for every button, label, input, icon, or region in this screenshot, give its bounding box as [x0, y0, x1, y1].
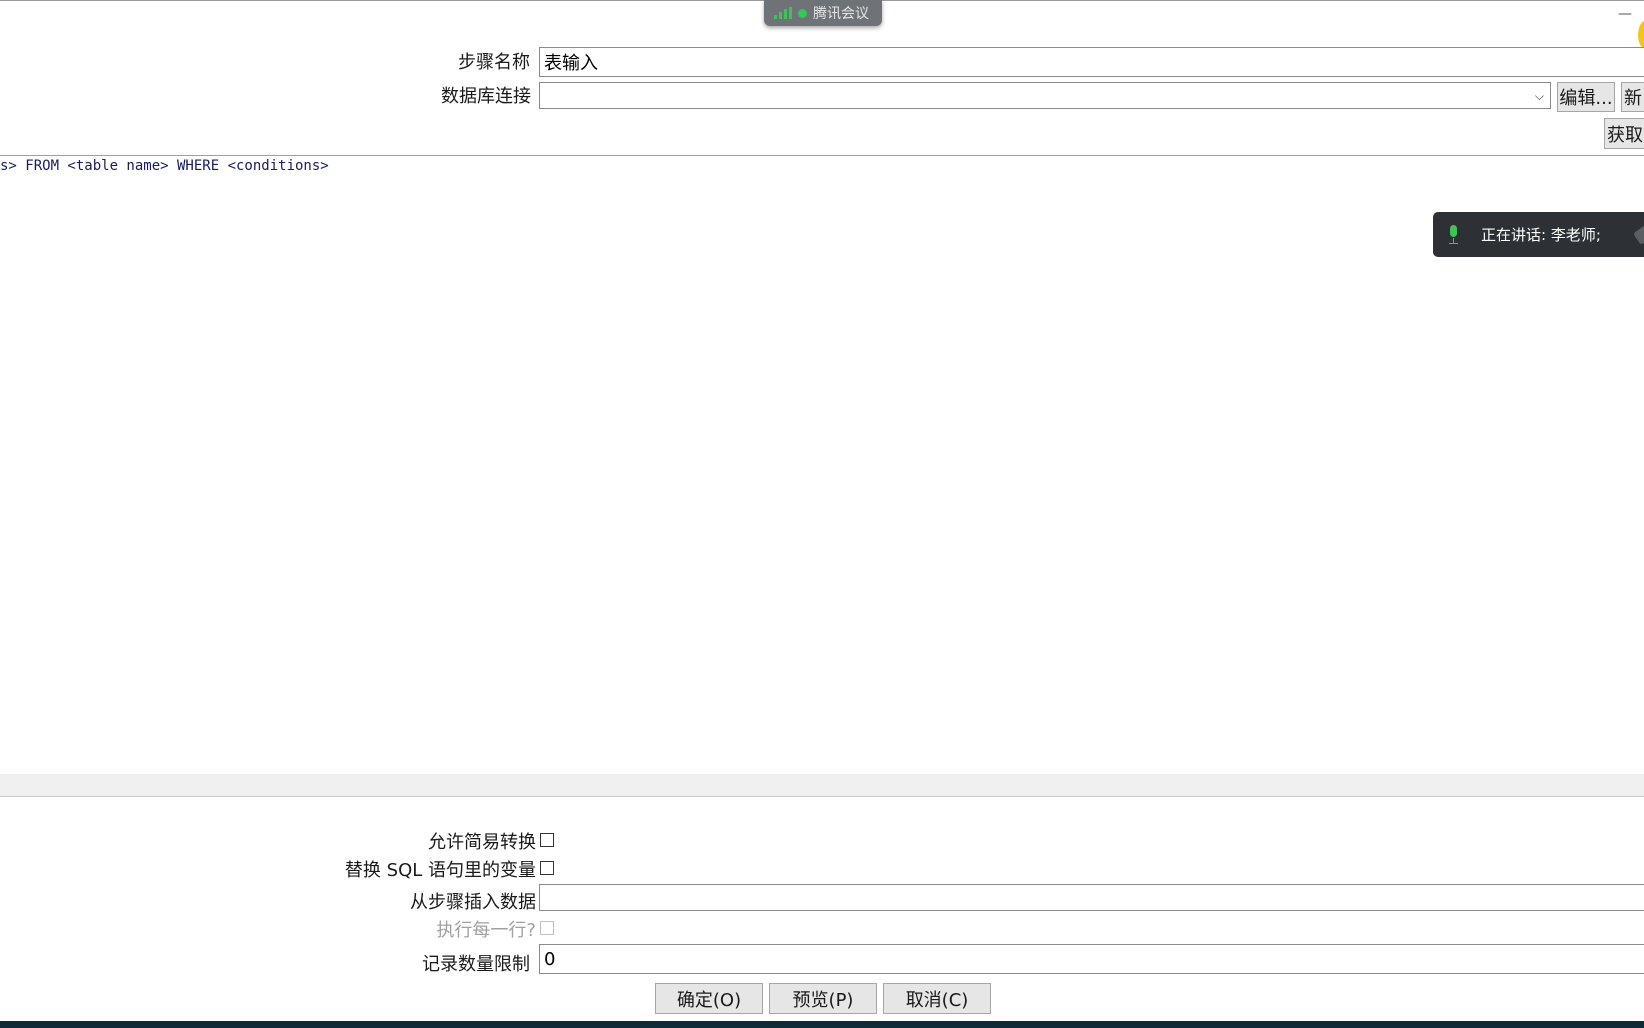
execute-each-row-checkbox[interactable]	[540, 921, 554, 935]
speaking-text: 正在讲话: 李老师;	[1481, 226, 1601, 244]
cancel-button[interactable]: 取消(C)	[883, 983, 991, 1014]
lazy-conversion-checkbox[interactable]	[540, 833, 554, 847]
lazy-conversion-label: 允许简易转换	[428, 832, 536, 853]
insert-from-step-label: 从步骤插入数据	[410, 892, 536, 913]
speaking-toast: 正在讲话: 李老师;	[1433, 212, 1644, 257]
step-name-input[interactable]	[539, 47, 1644, 77]
mic-icon	[1447, 224, 1459, 245]
ok-button[interactable]: 确定(O)	[655, 983, 763, 1014]
taskbar	[0, 1021, 1644, 1028]
db-connection-label: 数据库连接	[441, 86, 531, 107]
pen-icon[interactable]	[1632, 220, 1644, 246]
sql-editor[interactable]: s> FROM <table name> WHERE <conditions>	[0, 155, 1644, 774]
step-name-label: 步骤名称	[458, 52, 530, 73]
chevron-down-icon[interactable]: ⌵	[1535, 89, 1544, 104]
insert-from-step-select[interactable]	[539, 884, 1644, 911]
editor-status-band	[0, 774, 1644, 797]
limit-label: 记录数量限制	[422, 954, 530, 975]
preview-button[interactable]: 预览(P)	[769, 983, 877, 1014]
meeting-status-bar[interactable]: 腾讯会议	[764, 0, 882, 26]
cursor-highlight	[1638, 20, 1644, 50]
new-connection-button[interactable]: 新	[1621, 82, 1644, 112]
replace-variables-label: 替换 SQL 语句里的变量	[344, 860, 536, 881]
limit-input[interactable]	[539, 944, 1644, 974]
db-connection-select[interactable]: ⌵	[539, 82, 1551, 109]
replace-variables-checkbox[interactable]	[540, 861, 554, 875]
meeting-title: 腾讯会议	[813, 6, 869, 22]
signal-icon	[774, 7, 792, 19]
get-sql-button[interactable]: 获取	[1604, 118, 1644, 149]
minimize-button[interactable]: —	[1618, 6, 1632, 22]
edit-connection-button[interactable]: 编辑...	[1557, 82, 1615, 112]
recording-dot-icon	[798, 8, 807, 18]
execute-each-row-label: 执行每一行?	[436, 920, 536, 941]
sql-text: s> FROM <table name> WHERE <conditions>	[0, 158, 329, 174]
